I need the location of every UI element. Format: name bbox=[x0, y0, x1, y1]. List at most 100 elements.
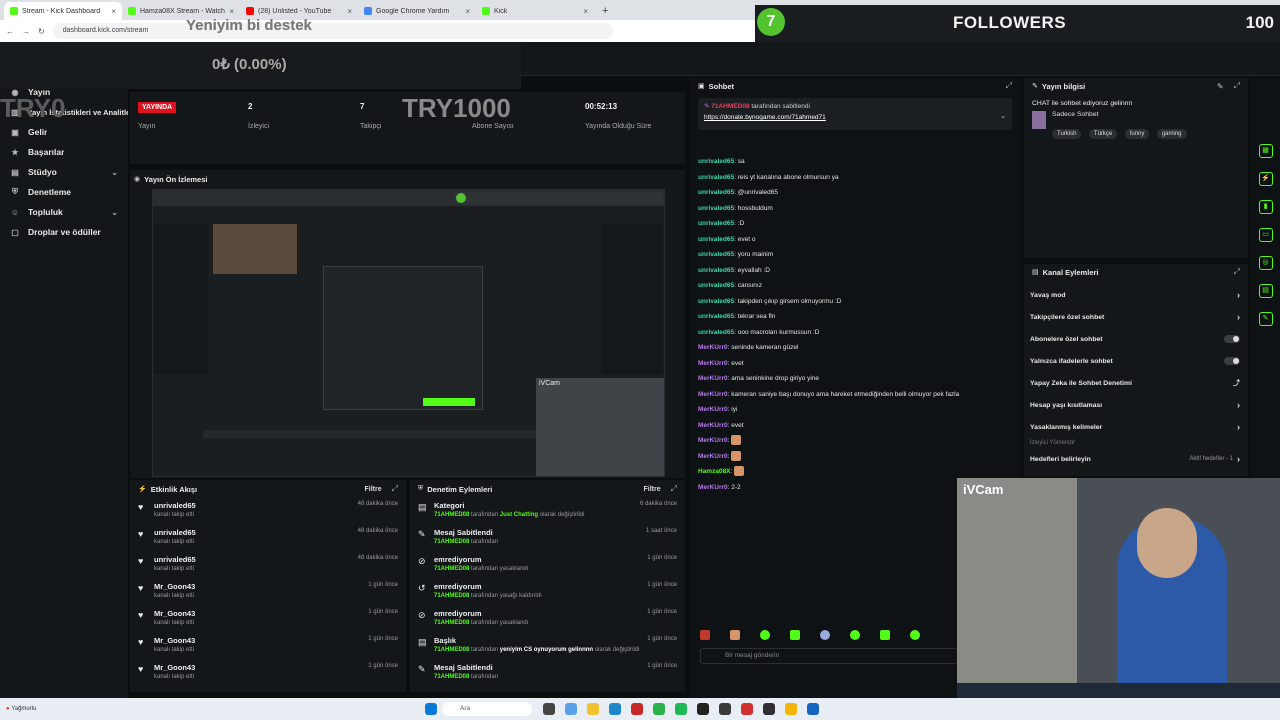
chat-username[interactable]: Hamza08X bbox=[698, 468, 731, 475]
chat-username[interactable]: MerKUrr0 bbox=[698, 344, 728, 351]
address-bar[interactable]: dashboard.kick.com/stream bbox=[52, 23, 613, 39]
edit-icon[interactable]: ✎ bbox=[1217, 82, 1224, 91]
sidebar-item[interactable]: ▤ Stüdyo ⌄ bbox=[0, 162, 128, 182]
chat-username[interactable]: MerKUrr0 bbox=[698, 406, 728, 413]
windows-start-icon[interactable] bbox=[425, 703, 437, 715]
chat-username[interactable]: unrivaled65 bbox=[698, 220, 734, 227]
stream-preview[interactable]: iVCam bbox=[152, 189, 665, 477]
chat-username[interactable]: unrivaled65 bbox=[698, 298, 734, 305]
close-icon[interactable]: × bbox=[111, 7, 116, 16]
widgets-icon[interactable] bbox=[565, 703, 577, 715]
popout-icon[interactable]: ⤢ bbox=[1234, 81, 1240, 91]
obs-icon[interactable] bbox=[763, 703, 775, 715]
pinned-message[interactable]: ✎ 71AHMED08 tarafından sabitlendi https:… bbox=[698, 98, 1012, 130]
sidebar-item[interactable]: ⛨ Denetleme bbox=[0, 182, 128, 202]
terminal-icon[interactable] bbox=[697, 703, 709, 715]
followers-label: FOLLOWERS bbox=[953, 13, 1067, 32]
sidebar-item[interactable]: ▢ Droplar ve ödüller bbox=[0, 222, 128, 242]
spotify-icon[interactable] bbox=[675, 703, 687, 715]
browser-tab[interactable]: Google Chrome Yardım × bbox=[358, 2, 476, 20]
chat-username[interactable]: MerKUrr0 bbox=[698, 360, 728, 367]
channel-action[interactable]: Takipçilere özel sohbet › bbox=[1024, 306, 1248, 328]
chat-username[interactable]: unrivaled65 bbox=[698, 189, 734, 196]
activity-desc: kanalı takip etti bbox=[154, 566, 195, 572]
toggle-switch[interactable] bbox=[1224, 357, 1240, 365]
close-icon[interactable]: × bbox=[465, 7, 470, 16]
chat-username[interactable]: MerKUrr0 bbox=[698, 437, 728, 444]
app-icon[interactable] bbox=[741, 703, 753, 715]
channel-action[interactable]: Yasaklanmış kelimeler › bbox=[1024, 416, 1248, 438]
close-icon[interactable]: × bbox=[347, 7, 352, 16]
emote-icon[interactable] bbox=[880, 630, 890, 640]
tool-icon[interactable]: ▭ bbox=[1258, 228, 1273, 242]
popout-icon[interactable]: ⤢ bbox=[1234, 267, 1240, 277]
app-icon[interactable] bbox=[719, 703, 731, 715]
emote-icon[interactable] bbox=[790, 630, 800, 640]
emote-icon[interactable] bbox=[910, 630, 920, 640]
explorer-icon[interactable] bbox=[587, 703, 599, 715]
chat-username[interactable]: unrivaled65 bbox=[698, 267, 734, 274]
channel-action[interactable]: Hesap yaşı kısıtlaması › bbox=[1024, 394, 1248, 416]
channel-action[interactable]: Yapay Zeka ile Sohbet Denetimi ⤴ bbox=[1024, 372, 1248, 394]
chat-username[interactable]: unrivaled65 bbox=[698, 329, 734, 336]
chat-username[interactable]: unrivaled65 bbox=[698, 174, 734, 181]
sidebar-item[interactable]: ☺ Topluluk ⌄ bbox=[0, 202, 128, 222]
tool-icon[interactable]: ✎ bbox=[1258, 312, 1273, 326]
chat-username[interactable]: MerKUrr0 bbox=[698, 422, 728, 429]
subs-label: Abone Sayısı bbox=[472, 123, 514, 130]
channel-action[interactable]: Yavaş mod › bbox=[1024, 284, 1248, 306]
chat-username[interactable]: unrivaled65 bbox=[698, 282, 734, 289]
app-icon[interactable] bbox=[807, 703, 819, 715]
sidebar-item[interactable]: ★ Başarılar bbox=[0, 142, 128, 162]
chat-username[interactable]: unrivaled65 bbox=[698, 313, 734, 320]
emote-icon[interactable] bbox=[850, 630, 860, 640]
chat-username[interactable]: unrivaled65 bbox=[698, 158, 734, 165]
reload-icon[interactable]: ↻ bbox=[38, 27, 45, 36]
taskbar-search[interactable]: Ara bbox=[442, 702, 532, 716]
chat-username[interactable]: unrivaled65 bbox=[698, 251, 734, 258]
chat-username[interactable]: unrivaled65 bbox=[698, 205, 734, 212]
forward-icon[interactable]: → bbox=[22, 27, 30, 36]
emote-icon[interactable] bbox=[700, 630, 710, 640]
emote-icon[interactable] bbox=[760, 630, 770, 640]
modlog-desc: 71AHMED08 tarafından Just Chatting olara… bbox=[434, 512, 685, 518]
app-icon[interactable] bbox=[631, 703, 643, 715]
chrome-icon[interactable] bbox=[785, 703, 797, 715]
close-icon[interactable]: × bbox=[583, 7, 588, 16]
tool-icon[interactable]: ▤ bbox=[1258, 284, 1273, 298]
browser-tab[interactable]: Stream - Kick Dashboard × bbox=[4, 2, 122, 20]
weather-widget[interactable]: ● Yağmurlu bbox=[0, 706, 420, 712]
emote-icon[interactable] bbox=[820, 630, 830, 640]
close-icon[interactable]: × bbox=[229, 7, 234, 16]
edge-icon[interactable] bbox=[609, 703, 621, 715]
browser-tab[interactable]: Kick × bbox=[476, 2, 594, 20]
tool-icon[interactable]: ⚡ bbox=[1258, 172, 1273, 186]
studio-icon: ▤ bbox=[11, 167, 19, 177]
emote-icon[interactable] bbox=[730, 630, 740, 640]
new-tab-icon[interactable]: + bbox=[594, 2, 616, 20]
popout-icon[interactable]: ⤢ bbox=[671, 484, 677, 494]
channel-action[interactable]: Yalnızca ifadelerle sohbet bbox=[1024, 350, 1248, 372]
chat-username[interactable]: MerKUrr0 bbox=[698, 484, 728, 491]
chat-input[interactable]: Bir mesaj gönderin bbox=[700, 648, 958, 664]
popout-icon[interactable]: ⤢ bbox=[392, 484, 398, 494]
whatsapp-icon[interactable] bbox=[653, 703, 665, 715]
sidebar-item[interactable]: ▣ Gelir bbox=[0, 122, 128, 142]
pinned-link[interactable]: https://donate.bynogame.com/71ahmed71 bbox=[704, 114, 1006, 121]
tool-icon[interactable]: ◎ bbox=[1258, 256, 1273, 270]
goals-action[interactable]: Hedefleri belirleyin Aktif hedefler - 1 … bbox=[1024, 448, 1248, 470]
channel-action[interactable]: Abonelere özel sohbet bbox=[1024, 328, 1248, 350]
taskview-icon[interactable] bbox=[543, 703, 555, 715]
chevron-down-icon[interactable]: ⌄ bbox=[1000, 112, 1006, 120]
tool-icon[interactable]: ▦ bbox=[1258, 144, 1273, 158]
toggle-switch[interactable] bbox=[1224, 335, 1240, 343]
activity-filter-button[interactable]: Filtre bbox=[364, 486, 381, 493]
chat-username[interactable]: unrivaled65 bbox=[698, 236, 734, 243]
chat-username[interactable]: MerKUrr0 bbox=[698, 391, 728, 398]
popout-icon[interactable]: ⤢ bbox=[1006, 81, 1012, 91]
tool-icon[interactable]: ▮ bbox=[1258, 200, 1273, 214]
modlog-filter-button[interactable]: Filtre bbox=[643, 486, 660, 493]
back-icon[interactable]: ← bbox=[6, 27, 14, 36]
chat-username[interactable]: MerKUrr0 bbox=[698, 375, 728, 382]
chat-username[interactable]: MerKUrr0 bbox=[698, 453, 728, 460]
